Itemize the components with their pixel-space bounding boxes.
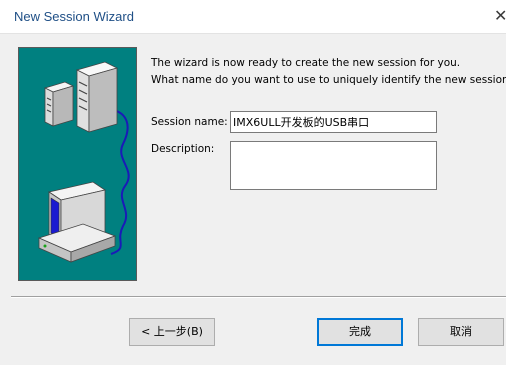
intro-text: The wizard is now ready to create the ne… bbox=[151, 55, 506, 89]
wizard-illustration bbox=[18, 47, 137, 281]
intro-line-2: What name do you want to use to uniquely… bbox=[151, 74, 506, 86]
description-label: Description: bbox=[151, 143, 215, 155]
title-bar: New Session Wizard ✕ bbox=[0, 0, 506, 34]
cancel-button[interactable]: 取消 bbox=[418, 318, 504, 346]
close-icon[interactable]: ✕ bbox=[494, 4, 506, 28]
session-name-label: Session name: bbox=[151, 116, 228, 128]
window-title: New Session Wizard bbox=[14, 9, 134, 24]
network-computers-illustration bbox=[37, 61, 130, 263]
footer-divider bbox=[11, 296, 506, 298]
description-input[interactable] bbox=[230, 141, 437, 190]
finish-button[interactable]: 完成 bbox=[317, 318, 403, 346]
session-name-input[interactable] bbox=[230, 111, 437, 133]
intro-line-1: The wizard is now ready to create the ne… bbox=[151, 57, 461, 69]
back-button[interactable]: < 上一步(B) bbox=[129, 318, 215, 346]
